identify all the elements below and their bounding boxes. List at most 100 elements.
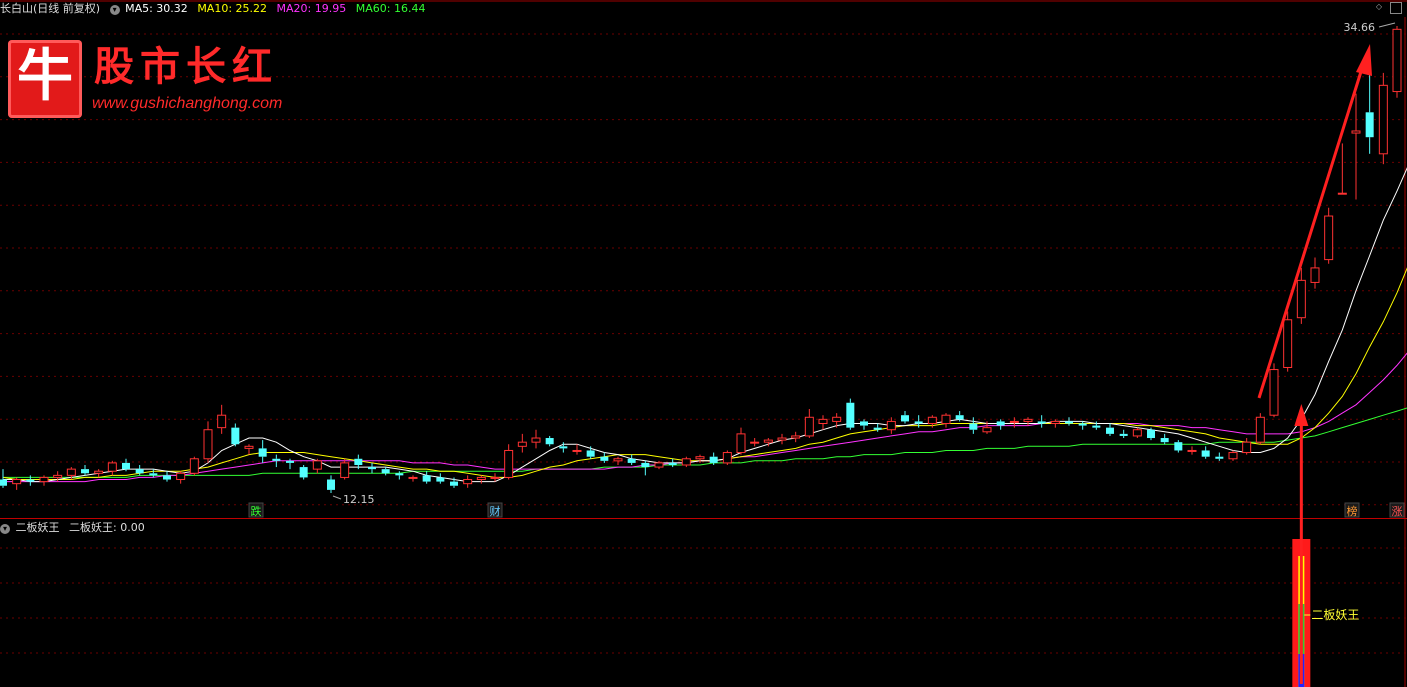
candle-body — [627, 458, 636, 463]
ma60-label: MA60: 16.44 — [355, 2, 426, 15]
candle-body — [26, 479, 35, 482]
candle-body — [1296, 279, 1306, 319]
candle-body — [53, 474, 63, 478]
candle-body — [1092, 425, 1101, 428]
candle — [107, 460, 117, 476]
candle-body — [641, 462, 650, 468]
event-marker: 财 — [487, 502, 503, 518]
high-pointer — [1378, 22, 1396, 28]
main-panel-header: 长白山(日线 前复权) ▾ MA5: 30.32 MA10: 25.22 MA2… — [0, 0, 431, 18]
candle — [189, 456, 199, 476]
candle — [627, 454, 636, 465]
candle — [681, 456, 691, 468]
candle — [1078, 421, 1087, 430]
candle-body — [1037, 421, 1046, 424]
candle — [531, 429, 541, 449]
candle-body — [12, 479, 22, 485]
chart-window: 二板妖王 34.66 12.15 跌 财 榜 涨 长白山(日线 前复权) ▾ MA5: 3… — [0, 0, 1407, 687]
candle-body — [1255, 416, 1265, 443]
candle — [1174, 440, 1183, 453]
candle-body — [1365, 112, 1374, 138]
candle — [804, 408, 814, 439]
candle — [1324, 207, 1334, 264]
candle-body — [1050, 420, 1060, 424]
candle-body — [860, 421, 868, 426]
high-price-label: 34.66 — [1344, 21, 1376, 34]
candle — [1023, 417, 1033, 426]
diamond-icon[interactable]: ◇ — [1374, 2, 1384, 12]
candle-body — [927, 416, 937, 424]
candle-body — [750, 441, 760, 444]
candle — [176, 471, 186, 484]
candle — [886, 417, 896, 434]
candle-body — [107, 462, 117, 472]
candle — [736, 427, 746, 455]
candle-body — [668, 462, 677, 465]
candle-body — [1378, 84, 1388, 155]
candle-body — [1187, 449, 1197, 452]
candle — [368, 462, 376, 474]
candle-body — [286, 460, 294, 463]
candle-body — [149, 473, 158, 476]
candle-body — [395, 473, 404, 476]
ma20-line — [3, 352, 1407, 483]
candle-body — [66, 468, 76, 476]
candle-body — [1106, 427, 1114, 434]
candle-body — [463, 479, 473, 485]
candle-body — [777, 437, 787, 441]
candle-body — [804, 416, 814, 437]
candle-body — [654, 462, 664, 468]
candle-body — [122, 462, 130, 470]
candle-body — [517, 441, 527, 447]
candle — [641, 460, 650, 476]
candle-body — [901, 415, 909, 422]
logo-name: 股市长红 — [94, 43, 278, 90]
ma5-line — [3, 167, 1407, 483]
candle — [476, 475, 486, 484]
window-icon[interactable] — [1390, 2, 1402, 14]
candle-body — [244, 445, 254, 449]
candle — [750, 438, 760, 447]
candle-body — [1009, 420, 1019, 423]
candle-body — [559, 446, 568, 449]
candle-body — [695, 456, 705, 460]
candle-body — [736, 433, 746, 454]
candle — [1283, 311, 1293, 372]
candle — [1065, 417, 1073, 426]
candle — [1160, 433, 1169, 445]
candle-body — [327, 479, 335, 490]
candle — [1201, 446, 1210, 459]
candle-body — [368, 467, 376, 470]
event-marker: 跌 — [248, 502, 264, 518]
ma60-line — [3, 407, 1407, 478]
candle-body — [1023, 418, 1033, 422]
event-marker-text: 财 — [490, 504, 501, 518]
candle — [600, 452, 609, 463]
candle-body — [531, 437, 541, 443]
candle — [408, 475, 418, 482]
collapse-icon[interactable]: ▾ — [109, 5, 120, 15]
candle — [381, 467, 390, 476]
candle-body — [1078, 423, 1087, 426]
candle — [777, 433, 787, 445]
candle-body — [832, 416, 842, 422]
candle-body — [1174, 442, 1183, 451]
event-marker-text: 涨 — [1392, 505, 1403, 518]
trend-arrow-line — [1257, 61, 1366, 399]
sub-collapse-icon[interactable]: ▾ — [0, 524, 10, 534]
candle-body — [1147, 429, 1155, 439]
candle — [572, 444, 582, 455]
candle-body — [982, 427, 992, 433]
candle-body — [722, 452, 732, 464]
event-marker-text: 跌 — [251, 504, 262, 518]
candle — [422, 471, 431, 484]
candle-body — [0, 479, 7, 486]
candle — [327, 475, 335, 493]
candle-body — [1310, 267, 1320, 283]
candle-body — [1065, 421, 1073, 424]
stock-title: 长白山(日线 前复权) — [0, 2, 101, 15]
candle-body — [1269, 369, 1279, 416]
candle — [1242, 438, 1252, 455]
ma10-label: MA10: 25.22 — [197, 2, 268, 15]
candle — [299, 464, 308, 480]
